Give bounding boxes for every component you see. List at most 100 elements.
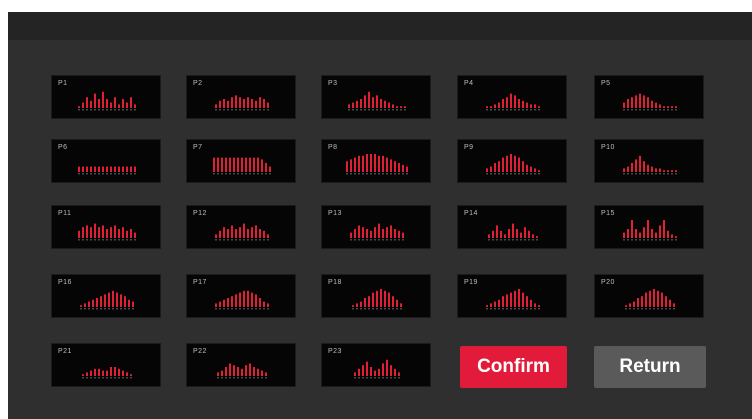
eq-bar — [514, 155, 516, 172]
baseline-marker — [134, 173, 136, 175]
baseline-marker — [231, 308, 233, 310]
eq-bar — [659, 225, 661, 238]
eq-bar — [346, 161, 348, 172]
eq-bar — [498, 102, 500, 108]
eq-bar — [221, 370, 223, 376]
eq-bar — [253, 367, 255, 376]
return-button[interactable]: Return — [594, 346, 706, 388]
preset-tile-p2[interactable]: P2 — [186, 75, 296, 119]
baseline-marker — [627, 173, 629, 175]
eq-bar — [376, 95, 378, 108]
preset-tile-p6[interactable]: P6 — [51, 139, 161, 183]
eq-bar — [102, 370, 104, 376]
baseline-marker — [263, 109, 265, 111]
eq-bar — [368, 91, 370, 108]
baseline-marker — [625, 308, 627, 310]
baseline-marker — [514, 109, 516, 111]
preset-tile-p10[interactable]: P10 — [594, 139, 704, 183]
eq-bar — [506, 97, 508, 108]
eq-bar — [382, 229, 384, 238]
preset-tile-p22[interactable]: P22 — [186, 343, 296, 387]
eq-bar — [524, 227, 526, 238]
preset-tile-p3[interactable]: P3 — [321, 75, 431, 119]
baseline-marker — [215, 308, 217, 310]
baseline-marker — [498, 109, 500, 111]
preset-tile-p23[interactable]: P23 — [321, 343, 431, 387]
eq-bar — [217, 157, 219, 172]
baseline-marker — [506, 173, 508, 175]
eq-bar — [378, 155, 380, 172]
baseline-marker — [263, 308, 265, 310]
eq-bar — [530, 104, 532, 108]
preset-tile-p4[interactable]: P4 — [457, 75, 567, 119]
eq-bar — [372, 97, 374, 108]
preset-tile-p8[interactable]: P8 — [321, 139, 431, 183]
eq-bar — [366, 154, 368, 172]
eq-bar — [251, 99, 253, 108]
eq-bar — [267, 234, 269, 238]
eq-bar — [526, 102, 528, 108]
eq-bar — [364, 298, 366, 307]
baseline-marker — [235, 239, 237, 241]
preset-tile-p14[interactable]: P14 — [457, 205, 567, 249]
baseline-marker — [627, 109, 629, 111]
eq-bar — [374, 370, 376, 376]
eq-bar — [390, 225, 392, 238]
eq-curve-graphic — [486, 154, 540, 175]
eq-bar — [506, 155, 508, 172]
eq-bar — [645, 292, 647, 307]
preset-tile-p17[interactable]: P17 — [186, 274, 296, 318]
preset-tile-p18[interactable]: P18 — [321, 274, 431, 318]
eq-bar — [94, 368, 96, 376]
preset-tile-p5[interactable]: P5 — [594, 75, 704, 119]
eq-bar — [235, 229, 237, 238]
eq-bar — [400, 303, 402, 307]
preset-tile-p16[interactable]: P16 — [51, 274, 161, 318]
preset-tile-p7[interactable]: P7 — [186, 139, 296, 183]
preset-tile-p20[interactable]: P20 — [594, 274, 704, 318]
preset-tile-p9[interactable]: P9 — [457, 139, 567, 183]
eq-bar — [651, 229, 653, 238]
eq-bar — [90, 370, 92, 376]
eq-curve-graphic — [78, 91, 136, 111]
eq-bar — [623, 232, 625, 238]
eq-bar — [96, 298, 98, 307]
baseline-marker — [243, 109, 245, 111]
eq-bar — [378, 368, 380, 376]
eq-bar — [243, 99, 245, 108]
baseline-marker — [96, 308, 98, 310]
baseline-marker — [498, 308, 500, 310]
eq-curve-graphic — [488, 223, 538, 241]
baseline-marker — [223, 308, 225, 310]
baseline-marker — [502, 173, 504, 175]
preset-tile-p21[interactable]: P21 — [51, 343, 161, 387]
baseline-marker — [255, 308, 257, 310]
eq-bar — [486, 106, 488, 108]
baseline-marker — [251, 239, 253, 241]
preset-tile-p11[interactable]: P11 — [51, 205, 161, 249]
preset-tile-p13[interactable]: P13 — [321, 205, 431, 249]
eq-bar — [243, 290, 245, 307]
baseline-marker — [237, 377, 239, 379]
preset-tile-p12[interactable]: P12 — [186, 205, 296, 249]
eq-curve-graphic — [213, 157, 271, 175]
baseline-marker — [655, 173, 657, 175]
baseline-marker — [86, 377, 88, 379]
baseline-marker — [386, 173, 388, 175]
eq-bar — [512, 223, 514, 238]
baseline-marker — [498, 173, 500, 175]
eq-bar — [251, 292, 253, 307]
baseline-marker — [114, 239, 116, 241]
baseline-marker — [398, 377, 400, 379]
eq-bar — [368, 296, 370, 307]
preset-tile-p1[interactable]: P1 — [51, 75, 161, 119]
preset-tile-p19[interactable]: P19 — [457, 274, 567, 318]
eq-bar — [400, 106, 402, 108]
eq-bar — [398, 372, 400, 376]
baseline-marker — [657, 308, 659, 310]
eq-bar — [675, 106, 677, 108]
eq-bar — [255, 100, 257, 108]
baseline-marker — [376, 308, 378, 310]
preset-tile-p15[interactable]: P15 — [594, 205, 704, 249]
confirm-button[interactable]: Confirm — [460, 346, 567, 388]
